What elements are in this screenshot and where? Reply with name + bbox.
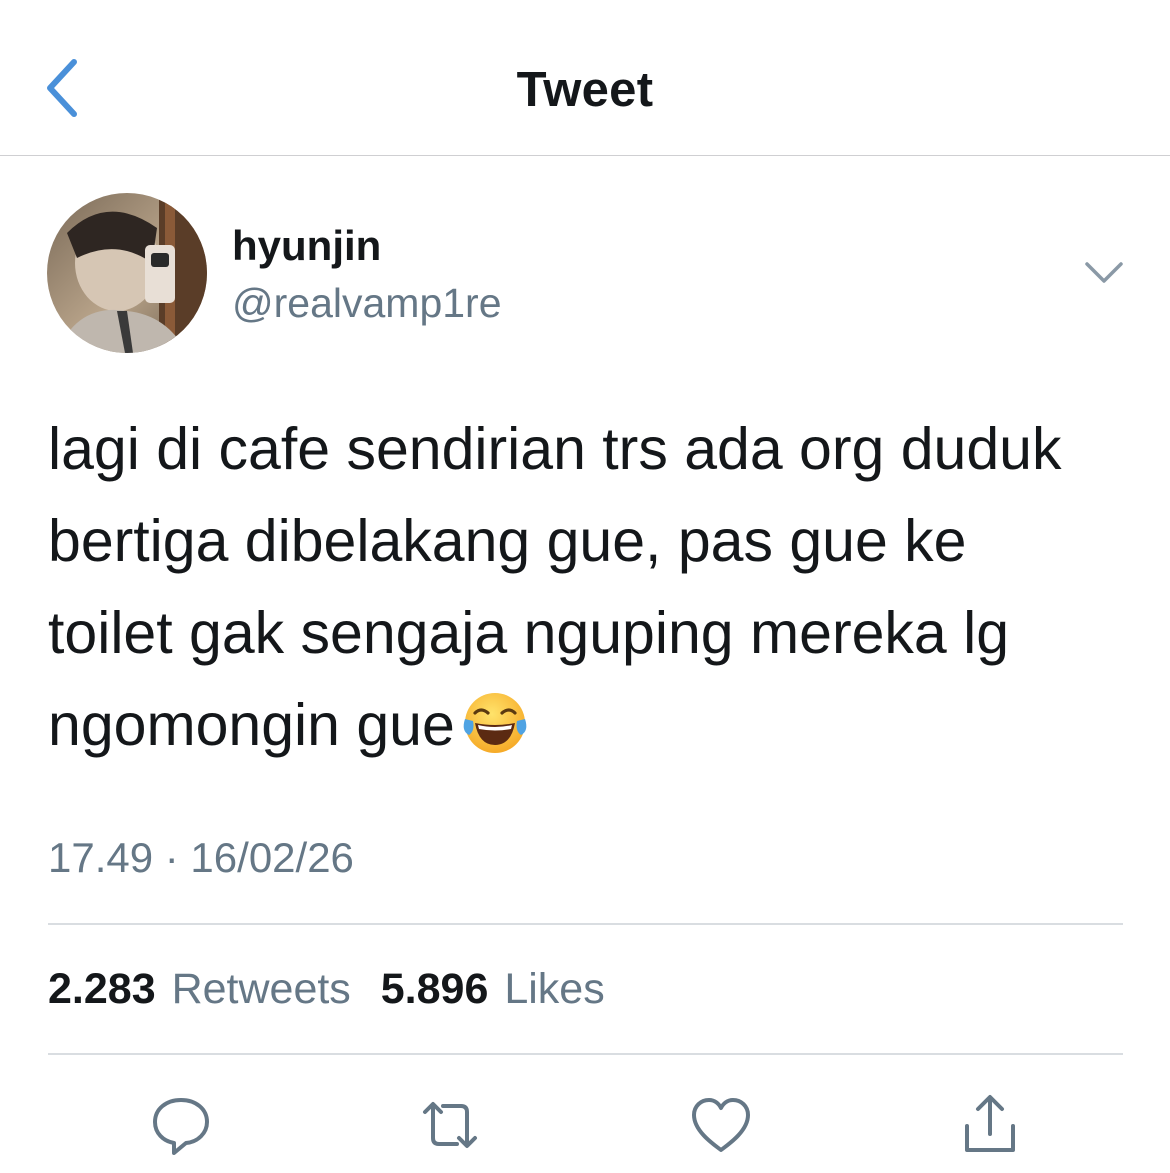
like-button[interactable] <box>686 1090 756 1160</box>
tweet-body: lagi di cafe sendirian trs ada org duduk… <box>48 416 1062 758</box>
page-title: Tweet <box>516 63 654 117</box>
header-bar: Tweet <box>0 0 1170 156</box>
chevron-down-icon <box>1085 262 1123 283</box>
face-with-tears-of-joy-icon <box>461 689 529 757</box>
likes-count: 5.896 <box>380 965 489 1013</box>
retweets-label: Retweets <box>171 965 351 1013</box>
author-display-name[interactable]: hyunjin <box>232 222 381 270</box>
retweet-icon <box>423 1102 477 1148</box>
engagement-stats: 2.283 Retweets 5.896 Likes <box>48 965 623 1014</box>
divider <box>48 1053 1123 1055</box>
tweet-text: lagi di cafe sendirian trs ada org duduk… <box>48 403 1138 771</box>
retweets-count: 2.283 <box>48 965 156 1013</box>
author-handle[interactable]: @realvamp1re <box>232 280 502 327</box>
retweets-stat[interactable]: 2.283 Retweets <box>48 965 351 1014</box>
retweet-button[interactable] <box>415 1090 485 1160</box>
share-icon <box>965 1095 1015 1152</box>
tweet-timestamp[interactable]: 17.49 · 16/02/26 <box>48 834 354 882</box>
share-button[interactable] <box>955 1090 1025 1160</box>
likes-stat[interactable]: 5.896 Likes <box>381 965 605 1014</box>
avatar[interactable] <box>47 193 207 353</box>
more-options-button[interactable] <box>1083 258 1125 288</box>
reply-button[interactable] <box>146 1090 216 1160</box>
like-icon <box>692 1098 750 1152</box>
divider <box>48 923 1123 925</box>
reply-icon <box>153 1098 209 1155</box>
likes-label: Likes <box>504 965 605 1013</box>
